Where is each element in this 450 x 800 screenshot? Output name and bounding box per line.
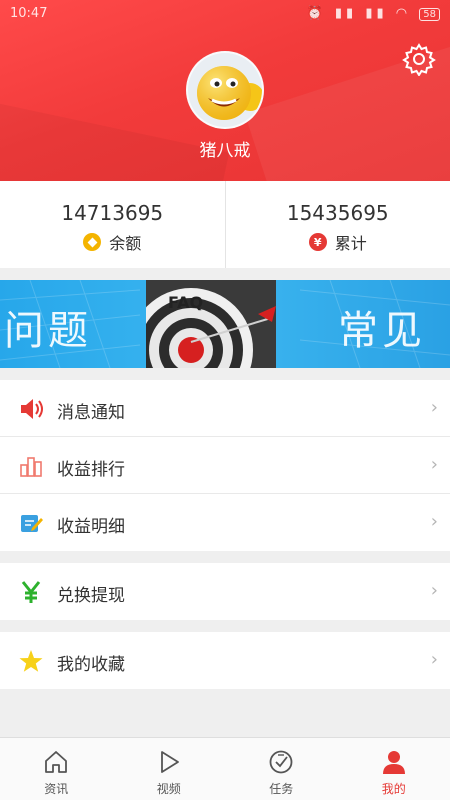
play-icon — [160, 751, 179, 773]
star-icon — [19, 650, 43, 672]
menu-item-label: 兑换提现 — [57, 586, 125, 606]
tab-tasks[interactable]: 任务 — [225, 738, 338, 800]
tab-video[interactable]: 视频 — [113, 738, 226, 800]
menu-item-earnings-details[interactable]: 收益明细 › — [0, 494, 450, 551]
menu-item-label: 我的收藏 — [57, 655, 125, 675]
menu-item-label: 收益明细 — [57, 517, 125, 537]
total-value: 15435695 — [286, 201, 389, 225]
tab-label: 任务 — [269, 782, 294, 796]
tab-news[interactable]: 资讯 — [0, 738, 113, 800]
chevron-right-icon: › — [430, 511, 438, 532]
chevron-right-icon: › — [430, 580, 438, 601]
edit-note-icon — [21, 515, 43, 532]
username: 猪八戒 — [199, 141, 251, 161]
task-check-icon — [269, 750, 293, 774]
tab-label: 我的 — [381, 782, 406, 796]
gold-coin-icon — [83, 233, 102, 251]
faq-badge-text: FAQ — [168, 293, 203, 312]
menu-item-label: 收益排行 — [57, 460, 125, 480]
menu-item-withdraw[interactable]: 兑换提现 › — [0, 563, 450, 620]
tab-label: 资讯 — [44, 782, 69, 796]
total-label-row: ¥ 累计 — [226, 230, 450, 254]
banner-left-text: 问题 — [4, 308, 92, 354]
chevron-right-icon: › — [430, 649, 438, 670]
total-stat[interactable]: 15435695 ¥ 累计 — [224, 181, 450, 268]
avatar[interactable] — [186, 51, 264, 129]
balance-stat[interactable]: 14713695 余额 — [0, 181, 225, 268]
banner-right-text: 常见 — [338, 308, 426, 354]
faq-target-image: FAQ — [146, 280, 276, 368]
profile-header: 10:47 ⏰ ▮▮ ▮▮ ◠ 58 猪八戒 — [0, 0, 450, 181]
balance-label: 余额 — [109, 234, 142, 253]
tab-mine[interactable]: 我的 — [338, 738, 450, 800]
tab-label: 视频 — [156, 782, 181, 796]
balance-label-row: 余额 — [0, 230, 225, 254]
yen-icon — [21, 581, 41, 603]
status-icons: ⏰ ▮▮ ▮▮ ◠ 58 — [307, 6, 440, 21]
status-bar: 10:47 ⏰ ▮▮ ▮▮ ◠ 58 — [0, 0, 450, 28]
home-icon — [45, 751, 68, 773]
speaker-icon — [21, 399, 43, 419]
chevron-right-icon: › — [430, 454, 438, 475]
menu-item-favorites[interactable]: 我的收藏 › — [0, 632, 450, 689]
settings-gear-icon[interactable] — [402, 42, 436, 76]
stats-panel: 14713695 余额 15435695 ¥ 累计 — [0, 181, 450, 268]
menu-group-favorites: 我的收藏 › — [0, 632, 450, 689]
menu-item-notifications[interactable]: 消息通知 › — [0, 380, 450, 437]
total-label: 累计 — [334, 234, 367, 253]
faq-banner[interactable]: 问题 FAQ 常见 — [0, 280, 450, 368]
menu-item-label: 消息通知 — [57, 403, 125, 423]
bottom-navigation: 资讯 视频 任务 我的 — [0, 737, 450, 800]
menu-item-earnings-ranking[interactable]: 收益排行 › — [0, 437, 450, 494]
menu-group-earnings: 消息通知 › 收益排行 › 收益明细 › — [0, 380, 450, 551]
battery-icon: 58 — [419, 8, 440, 21]
user-icon — [382, 751, 405, 774]
ranking-chart-icon — [20, 457, 42, 477]
chevron-right-icon: › — [430, 397, 438, 418]
menu-group-withdraw: 兑换提现 › — [0, 563, 450, 620]
status-time: 10:47 — [10, 6, 48, 21]
yen-coin-icon: ¥ — [308, 233, 327, 251]
balance-value: 14713695 — [61, 201, 164, 225]
